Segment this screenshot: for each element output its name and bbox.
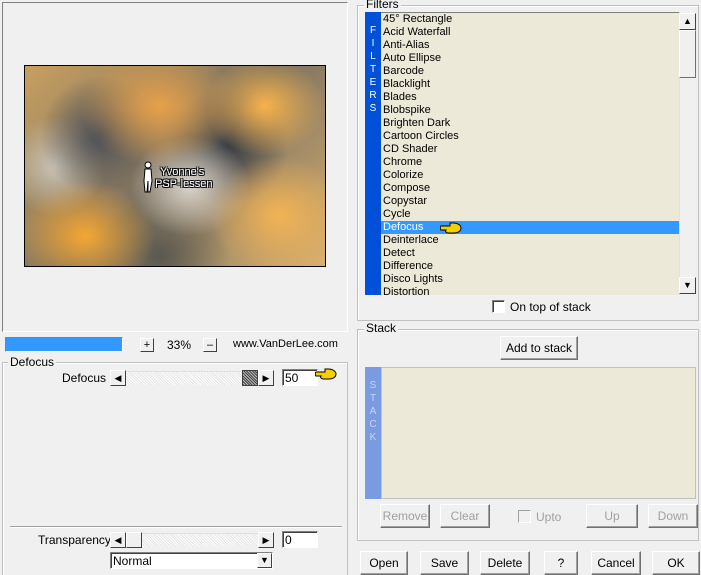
defocus-slider-thumb[interactable]	[242, 370, 258, 386]
remove-button[interactable]: Remove	[380, 504, 430, 528]
filters-strip-letter: E	[369, 77, 377, 88]
filter-list-item[interactable]: Colorize	[381, 169, 679, 182]
chevron-down-icon[interactable]: ▼	[257, 553, 272, 568]
transparency-slider-track[interactable]	[142, 533, 258, 547]
preview-image[interactable]: Yvonne's PSP-lessen	[24, 65, 326, 267]
help-button[interactable]: ?	[544, 551, 578, 575]
defocus-right-arrow-icon[interactable]: ▶	[258, 370, 274, 386]
filter-list-item[interactable]: Difference	[381, 260, 679, 273]
scroll-down-icon[interactable]: ▼	[679, 277, 696, 294]
filter-list-item[interactable]: Anti-Alias	[381, 39, 679, 52]
filter-list-item[interactable]: Acid Waterfall	[381, 26, 679, 39]
stack-strip: STACK	[365, 367, 381, 499]
filter-list-item[interactable]: Auto Ellipse	[381, 52, 679, 65]
delete-button[interactable]: Delete	[480, 551, 530, 575]
defocus-value-input[interactable]: 50	[282, 369, 318, 386]
filter-list-item[interactable]: Disco Lights	[381, 273, 679, 286]
filter-list-item[interactable]: Blobspike	[381, 104, 679, 117]
pointing-hand-icon	[440, 222, 462, 234]
scroll-up-icon[interactable]: ▲	[679, 13, 696, 30]
upto-label: Upto	[536, 510, 562, 524]
filter-list-item[interactable]: Deinterlace	[381, 234, 679, 247]
filters-strip-letter: R	[369, 90, 377, 101]
filters-group-label: Filters	[364, 0, 401, 11]
defocus-left-arrow-icon[interactable]: ◀	[110, 370, 126, 386]
filters-strip-letter: T	[369, 64, 377, 75]
on-top-label: On top of stack	[510, 300, 591, 314]
blend-mode-value: Normal	[113, 553, 152, 568]
filters-strip: FILTERS	[365, 12, 381, 295]
progress-bar	[5, 337, 123, 352]
on-top-checkbox[interactable]	[492, 300, 505, 313]
up-button[interactable]: Up	[586, 504, 638, 528]
upto-checkbox[interactable]	[518, 510, 531, 523]
stack-strip-letter: T	[369, 393, 377, 404]
params-group-label: Defocus	[8, 355, 57, 369]
watermark-figure-icon	[143, 161, 153, 193]
filter-list-item[interactable]: Detect	[381, 247, 679, 260]
filter-list-item[interactable]: Blacklight	[381, 78, 679, 91]
filter-list-item[interactable]: 45° Rectangle	[381, 13, 679, 26]
blend-mode-select[interactable]: Normal	[110, 552, 273, 569]
transparency-left-arrow-icon[interactable]: ◀	[110, 532, 126, 548]
clear-button[interactable]: Clear	[440, 504, 490, 528]
save-button[interactable]: Save	[420, 551, 469, 575]
stack-strip-letter: S	[369, 380, 377, 391]
cancel-button[interactable]: Cancel	[591, 551, 641, 575]
filter-list-item[interactable]: Copystar	[381, 195, 679, 208]
transparency-slider-thumb[interactable]	[126, 532, 142, 548]
defocus-label: Defocus	[62, 371, 107, 385]
down-button[interactable]: Down	[648, 504, 698, 528]
filters-strip-letter: L	[370, 51, 376, 62]
zoom-in-button[interactable]: +	[140, 338, 154, 352]
filters-list[interactable]: 45° Rectangle Acid Waterfall Anti-Alias Aut…	[381, 12, 679, 295]
watermark-line1: Yvonne's	[160, 166, 205, 178]
filter-list-item[interactable]: CD Shader	[381, 143, 679, 156]
filter-list-item[interactable]: Distortion	[381, 286, 679, 295]
filter-list-item[interactable]: Barcode	[381, 65, 679, 78]
stack-strip-letter: K	[369, 432, 377, 443]
website-link[interactable]: www.VanDerLee.com	[233, 338, 338, 350]
defocus-slider-track[interactable]	[126, 371, 242, 385]
add-to-stack-button[interactable]: Add to stack	[500, 336, 578, 360]
filter-list-item[interactable]: Compose	[381, 182, 679, 195]
stack-list[interactable]	[381, 367, 696, 499]
transparency-right-arrow-icon[interactable]: ▶	[258, 532, 274, 548]
transparency-value-input[interactable]: 0	[282, 531, 318, 548]
filter-list-item[interactable]: Cartoon Circles	[381, 130, 679, 143]
filter-list-item[interactable]: Brighten Dark	[381, 117, 679, 130]
ok-button[interactable]: OK	[652, 551, 700, 575]
scroll-thumb[interactable]	[679, 30, 696, 78]
filter-list-item[interactable]: Cycle	[381, 208, 679, 221]
filter-list-item[interactable]: Blades	[381, 91, 679, 104]
zoom-value: 33%	[166, 338, 192, 352]
filters-strip-letter: I	[371, 38, 375, 49]
open-button[interactable]: Open	[360, 551, 408, 575]
filters-strip-letter: S	[369, 103, 377, 114]
zoom-out-button[interactable]: –	[203, 338, 217, 352]
filter-list-item[interactable]: Defocus	[381, 221, 679, 234]
watermark-line2: PSP-lessen	[155, 178, 213, 190]
stack-strip-letter: A	[369, 406, 377, 417]
stack-group-label: Stack	[364, 321, 399, 335]
pointing-hand-icon	[315, 368, 337, 380]
divider	[10, 526, 342, 528]
stack-strip-letter: C	[369, 419, 377, 430]
transparency-label: Transparency	[38, 533, 111, 547]
filter-list-item[interactable]: Chrome	[381, 156, 679, 169]
filters-strip-letter: F	[369, 25, 377, 36]
